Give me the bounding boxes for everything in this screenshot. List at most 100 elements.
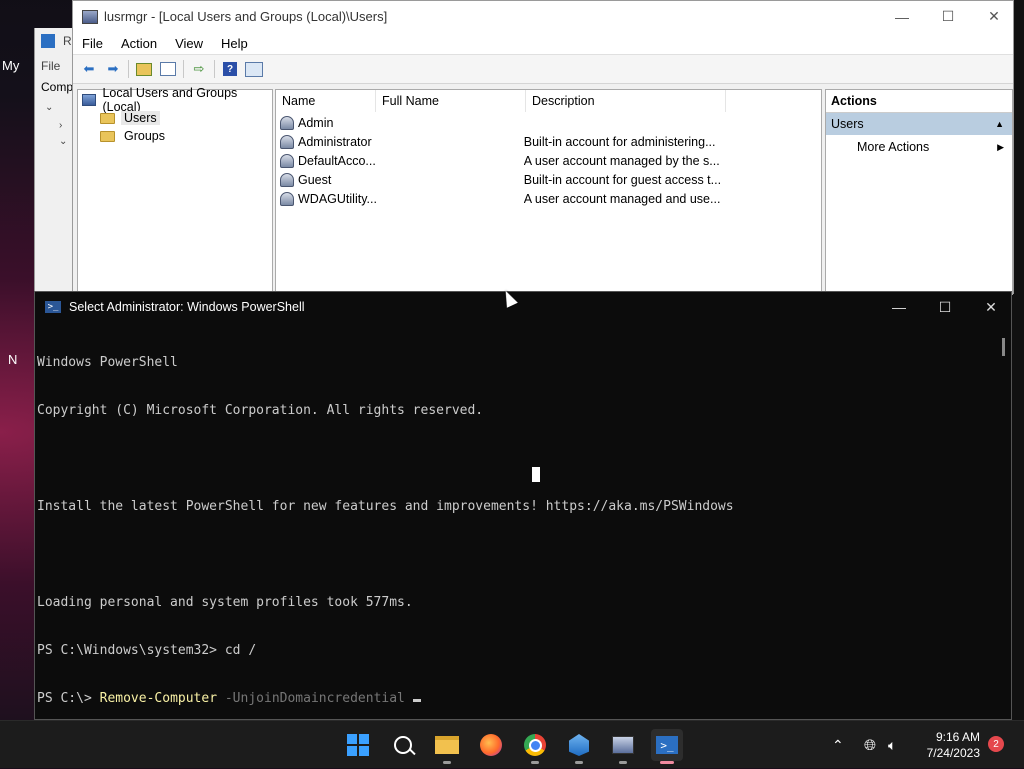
command-text: Remove-Computer [99,691,218,706]
lusrmgr-icon [612,736,634,754]
minimize-button[interactable]: — [879,1,925,32]
list-header: Name Full Name Description [276,90,821,113]
user-icon [280,134,294,149]
console-output[interactable]: Windows PowerShell Copyright (C) Microso… [37,322,997,719]
volume-button[interactable]: 🔈︎ [888,721,896,769]
close-button[interactable]: ✕ [971,1,1017,32]
help-icon[interactable]: ? [221,61,239,77]
start-button[interactable] [342,729,374,761]
console-input-line[interactable]: PS C:\> Remove-Computer -UnjoinDomaincre… [37,691,997,707]
forward-arrow-icon[interactable]: ➡ [104,61,122,77]
chevron-down-icon[interactable]: ⌄ [45,102,53,113]
column-description[interactable]: Description [526,90,726,112]
table-row[interactable]: DefaultAcco... A user account managed by… [276,151,821,170]
console-line: Loading personal and system profiles too… [37,595,413,610]
up-folder-icon[interactable] [135,61,153,77]
menu-action[interactable]: Action [112,36,166,51]
chrome-icon [524,734,546,756]
chrome-button[interactable] [519,729,551,764]
lusrmgr-body: Local Users and Groups (Local) Users Gro… [73,86,1013,295]
toolbar-separator [214,60,215,78]
lusrmgr-app-icon [82,9,98,24]
user-icon [280,115,294,130]
lusrmgr-menu-bar: File Action View Help [73,32,1013,55]
running-indicator [619,761,627,764]
maximize-button[interactable]: ☐ [925,1,971,32]
tree-item-groups[interactable]: Groups [100,127,168,145]
folder-icon [100,112,115,124]
search-icon [394,736,416,756]
table-row[interactable]: Admin [276,113,821,132]
powershell-app-icon: >_ [45,301,61,313]
close-button[interactable]: ✕ [968,292,1014,322]
network-tool-button[interactable] [563,729,595,764]
column-name[interactable]: Name [276,90,376,112]
powershell-title-bar[interactable]: >_ Select Administrator: Windows PowerSh… [35,292,1011,322]
user-description: A user account managed by the s... [523,153,720,168]
actions-pane: Actions Users ▲ More Actions ▶ [825,89,1013,295]
clock[interactable]: 9:16 AM 7/24/2023 [916,729,980,761]
lusrmgr-toolbar: ⬅ ➡ ⇨ ? [73,55,1013,84]
lusrmgr-title-bar[interactable]: lusrmgr - [Local Users and Groups (Local… [73,1,1013,32]
lusrmgr-title: lusrmgr - [Local Users and Groups (Local… [104,9,388,24]
column-full-name[interactable]: Full Name [376,90,526,112]
lusrmgr-button[interactable] [607,729,639,764]
user-description: Built-in account for administering... [523,134,716,149]
search-button[interactable] [387,729,419,761]
file-explorer-icon [435,736,459,754]
running-indicator [443,761,451,764]
toolbar-separator [128,60,129,78]
menu-help[interactable]: Help [212,36,257,51]
console-scrollbar[interactable] [1002,338,1005,356]
powershell-button[interactable]: >_ [651,729,683,764]
firefox-button[interactable] [475,729,507,761]
user-name: DefaultAcco... [298,153,376,168]
collapse-up-icon[interactable]: ▲ [995,119,1004,129]
tree-item-users[interactable]: Users [100,109,160,127]
powershell-window[interactable]: >_ Select Administrator: Windows PowerSh… [34,291,1012,720]
computer-management-icon [41,34,55,48]
table-row[interactable]: Guest Built-in account for guest access … [276,170,821,189]
actions-section-users[interactable]: Users ▲ [826,113,1012,135]
background-window-menu-file[interactable]: File [41,59,60,73]
speaker-icon: 🔈︎ [888,736,897,753]
firefox-icon [480,734,502,756]
user-icon [280,191,294,206]
show-hidden-icons-button[interactable]: ⌃ [832,721,844,769]
running-indicator [531,761,539,764]
chevron-down-icon[interactable]: ⌄ [59,136,67,147]
chevron-right-icon[interactable]: › [59,120,62,131]
background-window-tree-item[interactable]: Comp [41,80,73,94]
running-indicator [575,761,583,764]
taskbar: >_ ⌃ 🌐︎ 🔈︎ 9:16 AM 7/24/2023 [0,720,1024,768]
maximize-button[interactable]: ☐ [922,292,968,322]
table-row[interactable]: Administrator Built-in account for admin… [276,132,821,151]
file-explorer-button[interactable] [431,729,463,764]
desktop-label-n: N [8,352,18,367]
powershell-icon: >_ [656,736,678,754]
more-actions-item[interactable]: More Actions ▶ [826,135,1012,159]
toolbar-separator [183,60,184,78]
lusrmgr-window[interactable]: lusrmgr - [Local Users and Groups (Local… [72,0,1014,295]
folder-icon [100,130,115,142]
actions-section-label: Users [831,117,864,131]
notification-badge[interactable]: 2 [988,736,1004,752]
console-tree: Local Users and Groups (Local) Users Gro… [77,86,273,295]
show-hide-tree-icon[interactable] [159,61,177,77]
show-action-pane-icon[interactable] [245,61,263,77]
back-arrow-icon[interactable]: ⬅ [80,61,98,77]
menu-view[interactable]: View [166,36,212,51]
table-row[interactable]: WDAGUtility... A user account managed an… [276,189,821,208]
globe-icon: 🌐︎ [864,736,877,754]
actions-header: Actions [826,90,1012,113]
network-button[interactable]: 🌐︎ [864,721,876,769]
tree-root[interactable]: Local Users and Groups (Local) [82,86,272,114]
minimize-button[interactable]: — [876,292,922,322]
console-line: Copyright (C) Microsoft Corporation. All… [37,403,484,418]
users-list: Name Full Name Description Admin Adminis… [275,89,822,295]
export-list-icon[interactable]: ⇨ [190,61,208,77]
text-cursor [412,699,421,702]
menu-file[interactable]: File [73,36,112,51]
user-description: Built-in account for guest access t... [523,172,722,187]
